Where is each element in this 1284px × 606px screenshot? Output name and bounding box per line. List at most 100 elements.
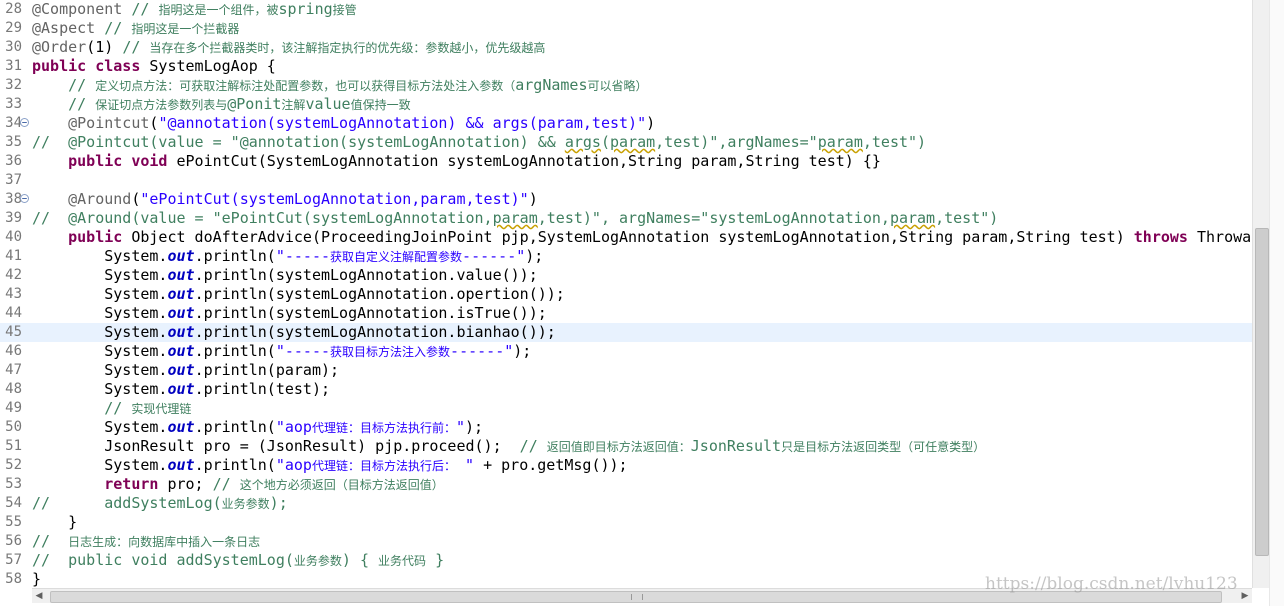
code-line[interactable]: 48 System.out.println(test); (0, 380, 1252, 399)
line-number: 41 (5, 248, 22, 264)
code-line[interactable]: 55 } (0, 513, 1252, 532)
code-line[interactable]: 35 // @Pointcut(value = "@annotation(syst… (0, 133, 1252, 152)
code-token: // (122, 38, 150, 56)
code-token: argNames (515, 76, 588, 94)
code-text: // addSystemLog(业务参数); (32, 494, 288, 514)
overview-ruler (1269, 0, 1284, 606)
code-token: + pro.getMsg()); (474, 456, 628, 474)
code-line[interactable]: 32 // 定义切点方法：可获取注解标注处配置参数，也可以获得目标方法处注入参数… (0, 76, 1252, 95)
code-text: } (32, 570, 41, 588)
line-number: 28 (5, 1, 22, 17)
code-text: // @Around(value = "ePointCut(systemLogA… (32, 209, 998, 228)
code-line[interactable]: 34 @Pointcut("@annotation(systemLogAnnot… (0, 114, 1252, 133)
code-text: // 实现代理链 (32, 399, 191, 419)
code-token: ,test)", argNames="systemLogAnnotation, (537, 209, 890, 227)
line-number: 56 (5, 533, 22, 549)
code-line[interactable]: 44 System.out.println(systemLogAnnotatio… (0, 304, 1252, 323)
code-token: ,test") (935, 209, 999, 227)
code-token: "@annotation(systemLogAnnotation) && arg… (158, 114, 647, 132)
code-line[interactable]: 56 // 日志生成：向数据库中插入一条日志 (0, 532, 1252, 551)
code-token: out (167, 361, 195, 379)
code-token: JsonResult pro = (JsonResult) pjp.procee… (32, 437, 520, 455)
code-token: param (889, 209, 936, 227)
current-line[interactable]: 45 System.out.println(systemLogAnnotatio… (0, 323, 1252, 342)
code-text: System.out.println(test); (32, 380, 330, 399)
code-line[interactable]: 29 @Aspect // 指明这是一个拦截器 (0, 19, 1252, 38)
code-token: System. (32, 266, 168, 284)
code-line[interactable]: 37 (0, 171, 1252, 190)
code-token: 代理链：目标方法执行后： (311, 459, 456, 473)
vertical-scrollbar[interactable] (1252, 0, 1270, 588)
code-token: out (167, 285, 195, 303)
code-token: @Around (68, 190, 132, 208)
code-line[interactable]: 49 // 实现代理链 (0, 399, 1252, 418)
code-text: System.out.println("aop代理链：目标方法执行前："); (32, 418, 483, 438)
scroll-left-icon[interactable]: ◀ (32, 589, 46, 603)
code-token: 注解 (281, 98, 306, 112)
code-line[interactable]: 54 // addSystemLog(业务参数); (0, 494, 1252, 513)
code-token: // @Pointcut(value = "@annotation(system… (32, 133, 565, 151)
code-line[interactable]: 38 @Around("ePointCut(systemLogAnnotatio… (0, 190, 1252, 209)
code-line[interactable]: 39 // @Around(value = "ePointCut(systemLo… (0, 209, 1252, 228)
code-line[interactable]: 42 System.out.println(systemLogAnnotatio… (0, 266, 1252, 285)
code-line[interactable]: 51 JsonResult pro = (JsonResult) pjp.pro… (0, 437, 1252, 456)
line-number: 46 (5, 343, 22, 359)
code-text: } (32, 513, 77, 532)
code-token: return (104, 475, 159, 493)
code-line[interactable]: 53 return pro; // 这个地方必须返回（目标方法返回值） (0, 475, 1252, 494)
code-line[interactable]: 31 public class SystemLogAop { (0, 57, 1252, 76)
line-number: 36 (5, 153, 22, 169)
code-token: ); (513, 342, 532, 360)
code-text: System.out.println(systemLogAnnotation.o… (32, 285, 565, 304)
code-token: args (564, 133, 601, 151)
code-token: param (609, 133, 656, 151)
code-token: "----- (275, 247, 331, 265)
code-token: public (68, 152, 123, 170)
code-text: System.out.println(param); (32, 361, 339, 380)
code-line[interactable]: 30 @Order(1) // 当存在多个拦截器类时，该注解指定执行的优先级：参数… (0, 38, 1252, 57)
scroll-right-icon[interactable]: ▶ (1238, 589, 1252, 603)
code-text: // 日志生成：向数据库中插入一条日志 (32, 532, 260, 552)
code-token: ,test") (862, 133, 927, 151)
fold-minus-icon[interactable] (20, 118, 29, 127)
code-line[interactable]: 57 // public void addSystemLog(业务参数) { 业务… (0, 551, 1252, 570)
code-line[interactable]: 43 System.out.println(systemLogAnnotatio… (0, 285, 1252, 304)
line-number: 50 (5, 419, 22, 435)
code-token: System. (32, 323, 168, 341)
code-token: // @Around(value = "ePointCut(systemLogA… (32, 209, 493, 227)
code-token: .println( (194, 418, 276, 436)
code-line[interactable]: 33 // 保证切点方法参数列表与@Ponit注解value值保持一致 (0, 95, 1252, 114)
code-token: out (167, 247, 195, 265)
code-token: 可以省略） (587, 79, 648, 93)
code-token: throws (1133, 228, 1188, 246)
code-line[interactable]: 36 public void ePointCut(SystemLogAnnota… (0, 152, 1252, 171)
code-token: 代理链：目标方法执行前： (311, 421, 456, 435)
vertical-scrollbar-thumb[interactable] (1255, 228, 1269, 556)
code-token: ------" (462, 247, 526, 265)
code-text: @Around("ePointCut(systemLogAnnotation,p… (32, 190, 538, 209)
code-token: out (167, 323, 195, 341)
code-token: // (104, 19, 132, 37)
code-line[interactable]: 40 public Object doAfterAdvice(Proceedin… (0, 228, 1252, 247)
code-token: ePointCut(SystemLogAnnotation systemLogA… (167, 152, 881, 170)
code-token: 只是目标方法返回类型（可任意类型） (781, 440, 986, 454)
code-line[interactable]: 41 System.out.println("-----获取自定义注解配置参数-… (0, 247, 1252, 266)
code-editor[interactable]: 28 @Component // 指明这是一个组件，被spring接管 29 @Asp… (0, 0, 1252, 588)
fold-minus-icon[interactable] (20, 194, 29, 203)
code-token: System. (32, 304, 168, 322)
line-number: 54 (5, 495, 22, 511)
code-line[interactable]: 46 System.out.println("-----获取目标方法注入参数--… (0, 342, 1252, 361)
code-token: ,test)",argNames=" (655, 133, 818, 151)
code-token: .println( (194, 342, 276, 360)
code-line[interactable]: 50 System.out.println("aop代理链：目标方法执行前：")… (0, 418, 1252, 437)
code-line[interactable]: 28 @Component // 指明这是一个组件，被spring接管 (0, 0, 1252, 19)
line-number: 30 (5, 39, 22, 55)
code-line[interactable]: 52 System.out.println("aop代理链：目标方法执行后： "… (0, 456, 1252, 475)
code-token: 获取自定义注解配置参数 (330, 250, 463, 264)
code-line[interactable]: 47 System.out.println(param); (0, 361, 1252, 380)
code-text: @Order(1) // 当存在多个拦截器类时，该注解指定执行的优先级：参数越小… (32, 38, 545, 58)
code-token: @Order (32, 38, 87, 56)
